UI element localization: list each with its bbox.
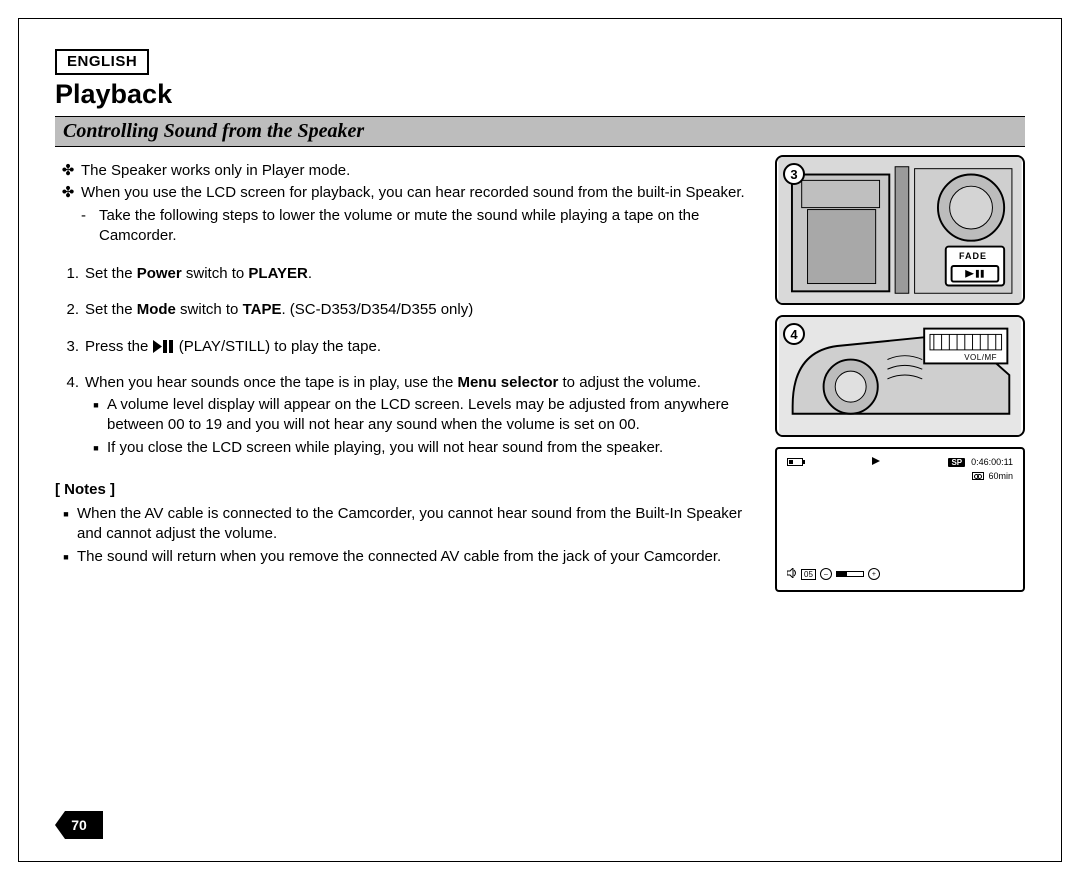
- volmf-label: VOL/MF: [964, 353, 997, 362]
- step-item: 1. Set the Power switch to PLAYER.: [55, 264, 761, 284]
- square-bullet: ■: [85, 438, 107, 458]
- manual-page: ENGLISH Playback Controlling Sound from …: [18, 18, 1062, 862]
- notes-list: ■ When the AV cable is connected to the …: [55, 504, 761, 567]
- step-text: . (SC-D353/D354/D355 only): [281, 301, 473, 318]
- tape-icon: [972, 472, 984, 480]
- battery-icon: [787, 458, 803, 466]
- step-text: (PLAY/STILL) to play the tape.: [179, 338, 381, 355]
- step-text: When you hear sounds once the tape is in…: [85, 374, 457, 391]
- step-bold: Menu selector: [457, 374, 558, 391]
- step-item: 3. Press the (PLAY/STILL) to play the ta…: [55, 337, 761, 357]
- step-body: Set the Mode switch to TAPE. (SC-D353/D3…: [85, 300, 761, 320]
- note-item: ■ When the AV cable is connected to the …: [55, 504, 761, 545]
- notes-heading: [ Notes ]: [55, 480, 761, 500]
- step-item: 4. When you hear sounds once the tape is…: [55, 373, 761, 460]
- volume-value: 05: [801, 569, 816, 580]
- timecode: 0:46:00:11: [971, 457, 1013, 467]
- bullet-mark: ✤: [55, 161, 81, 181]
- step-body: When you hear sounds once the tape is in…: [85, 373, 761, 460]
- content-row: ✤ The Speaker works only in Player mode.…: [55, 155, 1025, 592]
- figures-column: 3 FADE: [775, 155, 1025, 592]
- intro-sub: - Take the following steps to lower the …: [81, 206, 761, 247]
- volume-bar: [836, 571, 864, 577]
- minus-circle-icon: –: [820, 568, 832, 580]
- step-text: switch to: [182, 265, 249, 282]
- step-text: .: [308, 265, 312, 282]
- speaker-icon: [787, 568, 797, 580]
- figure-badge: 4: [783, 323, 805, 345]
- square-bullet: ■: [55, 504, 77, 545]
- figure-3: 3 FADE: [775, 155, 1025, 305]
- step-body: Set the Power switch to PLAYER.: [85, 264, 761, 284]
- step-bold: Mode: [137, 301, 176, 318]
- step-number: 1.: [55, 264, 85, 284]
- camcorder-side-illustration: [777, 317, 1023, 435]
- camcorder-closeup-illustration: [777, 157, 1023, 303]
- language-badge: ENGLISH: [55, 49, 149, 75]
- step-sub: ■ A volume level display will appear on …: [85, 395, 761, 436]
- square-bullet: ■: [55, 547, 77, 567]
- steps-list: 1. Set the Power switch to PLAYER. 2. Se…: [55, 264, 761, 460]
- note-text: The sound will return when you remove th…: [77, 547, 721, 567]
- step-bold: Power: [137, 265, 182, 282]
- intro-text: The Speaker works only in Player mode.: [81, 161, 761, 181]
- step-text: Set the: [85, 265, 137, 282]
- plus-circle-icon: +: [868, 568, 880, 580]
- remain-time: 60min: [988, 471, 1013, 481]
- page-number: 70: [71, 817, 87, 833]
- intro-text: When you use the LCD screen for playback…: [81, 183, 761, 248]
- step-sub-text: If you close the LCD screen while playin…: [107, 438, 663, 458]
- bullet-mark: ✤: [55, 183, 81, 248]
- step-text: Set the: [85, 301, 137, 318]
- intro-item: ✤ The Speaker works only in Player mode.: [55, 161, 761, 181]
- step-text: to adjust the volume.: [558, 374, 701, 391]
- play-icon: [872, 457, 880, 467]
- square-bullet: ■: [85, 395, 107, 436]
- step-bold: TAPE: [243, 301, 282, 318]
- step-sub-text: A volume level display will appear on th…: [107, 395, 761, 436]
- play-still-icon: [153, 340, 175, 353]
- page-title: Playback: [55, 79, 1025, 110]
- step-body: Press the (PLAY/STILL) to play the tape.: [85, 337, 761, 357]
- lcd-top-row: SP 0:46:00:11: [787, 457, 1013, 467]
- step-text: Press the: [85, 338, 153, 355]
- step-number: 4.: [55, 373, 85, 460]
- step-number: 3.: [55, 337, 85, 357]
- intro-item: ✤ When you use the LCD screen for playba…: [55, 183, 761, 248]
- step-item: 2. Set the Mode switch to TAPE. (SC-D353…: [55, 300, 761, 320]
- note-item: ■ The sound will return when you remove …: [55, 547, 761, 567]
- step-number: 2.: [55, 300, 85, 320]
- intro-block: ✤ The Speaker works only in Player mode.…: [55, 161, 761, 248]
- section-heading: Controlling Sound from the Speaker: [55, 116, 1025, 147]
- intro-text-line: When you use the LCD screen for playback…: [81, 184, 745, 201]
- dash-mark: -: [81, 206, 99, 247]
- note-text: When the AV cable is connected to the Ca…: [77, 504, 761, 545]
- step-text: switch to: [176, 301, 243, 318]
- figure-4: 4: [775, 315, 1025, 437]
- step-sub: ■ If you close the LCD screen while play…: [85, 438, 761, 458]
- intro-sub-text: Take the following steps to lower the vo…: [99, 206, 761, 247]
- step-bold: PLAYER: [248, 265, 307, 282]
- text-column: ✤ The Speaker works only in Player mode.…: [55, 155, 775, 592]
- figure-badge: 3: [783, 163, 805, 185]
- fade-label: FADE: [959, 251, 987, 261]
- page-number-badge: 70: [55, 811, 103, 839]
- sp-badge: SP: [948, 458, 965, 467]
- lcd-bottom-row: 05 – +: [787, 568, 880, 580]
- lcd-screen: SP 0:46:00:11 60min 05 – +: [775, 447, 1025, 592]
- lcd-second-row: 60min: [972, 471, 1013, 481]
